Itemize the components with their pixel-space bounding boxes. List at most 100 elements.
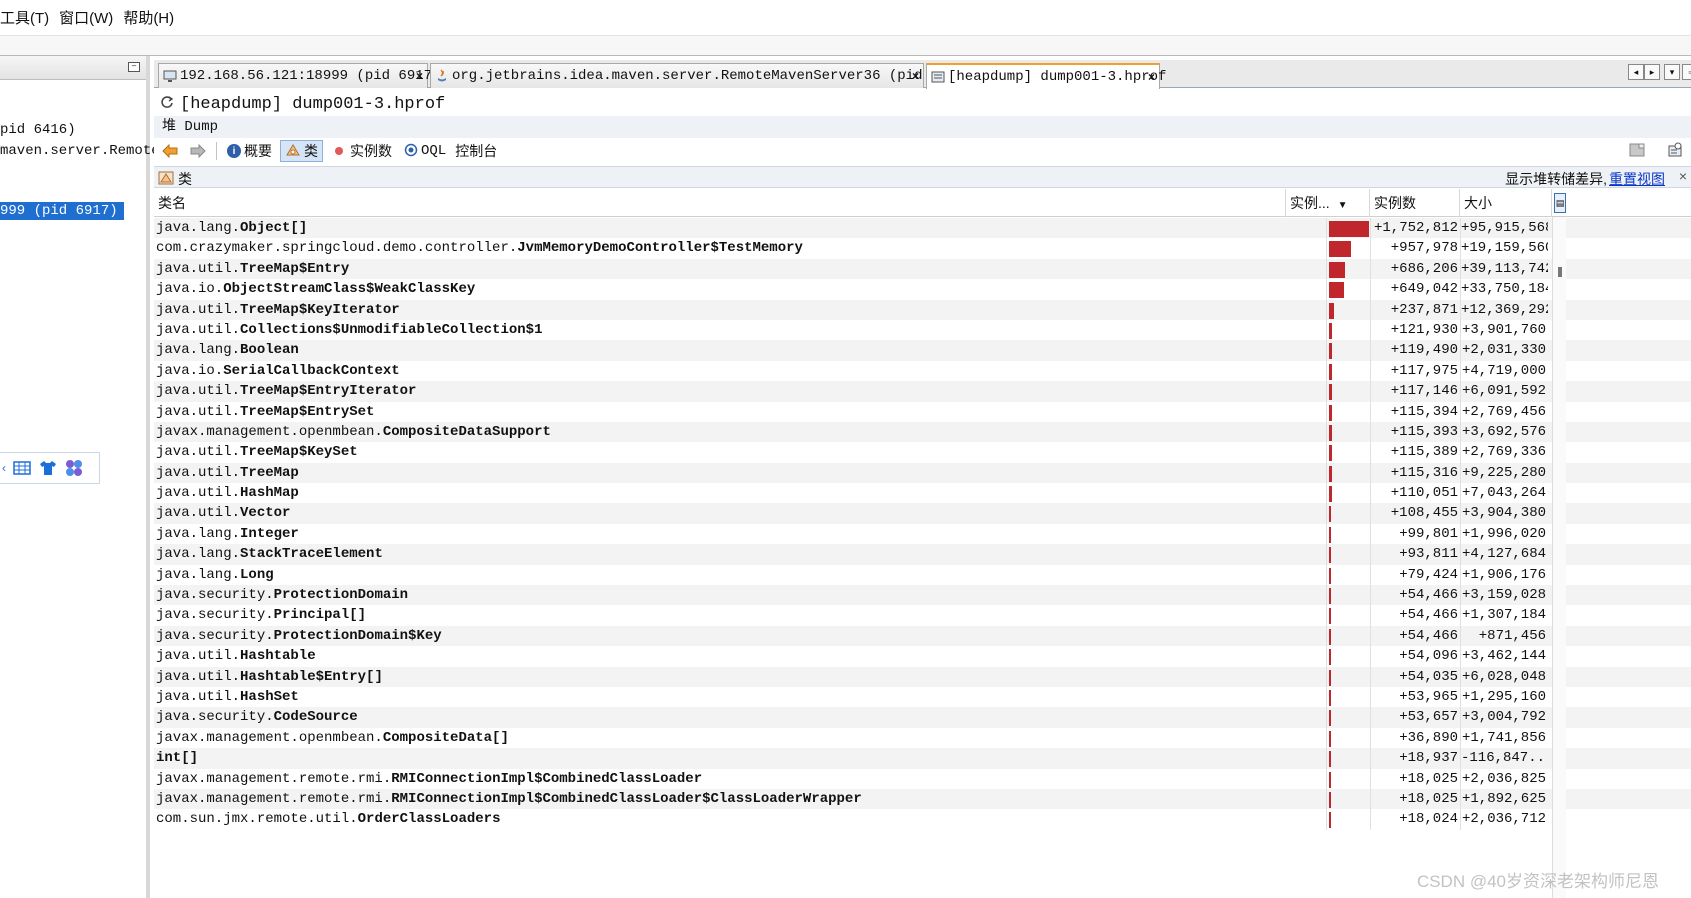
instances-bar-cell: [1326, 299, 1370, 320]
table-row[interactable]: javax.management.openmbean.CompositeData…: [154, 421, 1691, 443]
class-simple-name: Integer: [240, 525, 299, 542]
column-header-size[interactable]: 大小: [1460, 189, 1552, 217]
table-row[interactable]: java.lang.Boolean +119,490 +2,031,330: [154, 340, 1691, 361]
instances-bar-fill: [1329, 404, 1332, 421]
menu-tools[interactable]: 工具(T): [0, 7, 49, 28]
tab-remote-host[interactable]: 192.168.56.121:18999 (pid 6917) ×: [158, 63, 440, 88]
table-row[interactable]: java.util.TreeMap$EntrySet +115,394 +2,769…: [154, 401, 1691, 422]
package-name: java.security.: [156, 587, 274, 604]
instances-bar-fill: [1329, 669, 1331, 686]
palette-icon[interactable]: [64, 458, 84, 478]
instances-bar-fill: [1329, 363, 1332, 380]
grid-icon[interactable]: [12, 458, 32, 478]
instance-count-cell: +18,025: [1370, 768, 1460, 789]
menu-window[interactable]: 窗口(W): [59, 7, 113, 28]
class-name-cell: java.lang.Boolean: [156, 340, 1286, 360]
table-row[interactable]: java.io.ObjectStreamClass$WeakClassKey +6…: [154, 279, 1691, 300]
column-header-class-name[interactable]: 类名: [154, 189, 1286, 217]
table-row[interactable]: java.util.Vector +108,455 +3,904,380: [154, 503, 1691, 524]
package-name: java.lang.: [156, 220, 241, 236]
instances-bar-cell: [1326, 421, 1370, 443]
tab-list-icon[interactable]: ▾: [1664, 64, 1680, 80]
class-simple-name: Object[]: [240, 220, 308, 236]
instance-count-cell: +115,316: [1370, 462, 1460, 484]
tab-scroll-right-icon[interactable]: ▸: [1644, 64, 1660, 80]
table-row[interactable]: java.util.Hashtable$Entry[] +54,035 +6,028…: [154, 666, 1691, 687]
instances-bar-cell: [1326, 503, 1370, 524]
table-row[interactable]: java.io.SerialCallbackContext +117,975 +4,…: [154, 360, 1691, 382]
table-row[interactable]: java.lang.Object[] +1,752,812 +95,915,568: [154, 218, 1691, 239]
size-cell: +1,295,160: [1460, 686, 1548, 708]
tshirt-icon[interactable]: [38, 458, 58, 478]
table-row[interactable]: java.security.CodeSource +53,657 +3,004,79…: [154, 707, 1691, 728]
info-icon: i: [227, 144, 241, 158]
table-row[interactable]: java.security.ProtectionDomain +54,466 +3,…: [154, 585, 1691, 606]
instances-button[interactable]: 实例数: [327, 140, 396, 162]
classes-button[interactable]: 类: [280, 140, 323, 162]
table-row[interactable]: javax.management.openmbean.CompositeData…: [154, 727, 1691, 749]
column-chooser-icon[interactable]: ▤: [1554, 193, 1566, 213]
table-row[interactable]: java.util.Collections$UnmodifiableCollec…: [154, 319, 1691, 341]
table-row[interactable]: java.lang.Long +79,424 +1,906,176: [154, 564, 1691, 586]
table-row[interactable]: int[] +18,937 -116,847...: [154, 748, 1691, 769]
oql-label: OQL: [421, 143, 447, 159]
size-cell: +33,750,184: [1460, 279, 1548, 300]
package-name: javax.management.remote.rmi.: [156, 790, 392, 807]
oql-button[interactable]: OQL 控制台: [400, 140, 501, 162]
forward-button[interactable]: [186, 140, 210, 162]
instances-bar-cell: [1326, 625, 1370, 647]
refresh-icon[interactable]: [160, 94, 174, 114]
table-row[interactable]: javax.management.remote.rmi.RMIConnectio…: [154, 768, 1691, 789]
table-row[interactable]: java.util.TreeMap$Entry +686,206 +39,113,7…: [154, 258, 1691, 280]
table-row[interactable]: java.util.HashSet +53,965 +1,295,160: [154, 686, 1691, 708]
table-row[interactable]: java.lang.Integer +99,801 +1,996,020: [154, 523, 1691, 545]
instance-count-cell: +54,096: [1370, 646, 1460, 667]
menu-help[interactable]: 帮助(H): [123, 7, 174, 28]
class-simple-name: Boolean: [240, 342, 299, 359]
snapshot-icon[interactable]: [1629, 142, 1645, 161]
column-header-instances-bar[interactable]: 实例... ▼: [1286, 189, 1370, 217]
back-button[interactable]: [158, 140, 182, 162]
classes-icon: [285, 143, 301, 160]
table-row[interactable]: java.util.TreeMap$EntryIterator +117,146 +…: [154, 381, 1691, 402]
summary-label: 概要: [244, 143, 272, 159]
close-icon[interactable]: ×: [912, 69, 919, 83]
table-row[interactable]: com.sun.jmx.remote.util.OrderClassLoader…: [154, 809, 1691, 830]
table-row[interactable]: java.security.ProtectionDomain$Key +54,46…: [154, 625, 1691, 647]
instances-bar-cell: [1326, 666, 1370, 687]
table-row[interactable]: java.util.TreeMap$KeySet +115,389 +2,769,3…: [154, 442, 1691, 463]
instance-count-cell: +108,455: [1370, 503, 1460, 524]
class-simple-name: RMIConnectionImpl$CombinedClassLoader$Cl…: [391, 790, 862, 807]
instance-count-cell: +115,393: [1370, 421, 1460, 443]
table-row[interactable]: java.lang.StackTraceElement +93,811 +4,127…: [154, 544, 1691, 565]
reset-view-link[interactable]: 重置视图: [1609, 169, 1665, 189]
tab-heapdump[interactable]: [heapdump] dump001-3.hprof ×: [926, 63, 1166, 89]
table-row[interactable]: java.util.TreeMap$KeyIterator +237,871 +12…: [154, 299, 1691, 320]
tree-item-pid-6917[interactable]: 999 (pid 6917): [0, 202, 124, 220]
table-row[interactable]: com.crazymaker.springcloud.demo.controll…: [154, 238, 1691, 259]
minimize-icon[interactable]: –: [128, 62, 140, 72]
size-cell: +1,996,020: [1460, 523, 1548, 545]
summary-button[interactable]: i 概要: [223, 140, 276, 162]
close-icon[interactable]: ×: [416, 69, 423, 83]
close-icon[interactable]: ×: [1148, 70, 1155, 84]
settings-icon[interactable]: [1667, 142, 1683, 161]
table-row[interactable]: java.util.HashMap +110,051 +7,043,264: [154, 483, 1691, 504]
column-header-instance-count[interactable]: 实例数: [1370, 189, 1460, 217]
tab-maven-server[interactable]: org.jetbrains.idea.maven.server.RemoteMa…: [430, 63, 973, 88]
instance-count-cell: +117,975: [1370, 360, 1460, 382]
close-icon[interactable]: ×: [1679, 168, 1687, 184]
tree-item-pid-6416[interactable]: pid 6416): [0, 122, 76, 138]
table-row[interactable]: java.util.TreeMap +115,316 +9,225,280: [154, 462, 1691, 484]
tree-item-maven-server[interactable]: maven.server.Remote: [0, 143, 160, 159]
instances-bar-cell: [1326, 319, 1370, 341]
table-row[interactable]: javax.management.remote.rmi.RMIConnectio…: [154, 788, 1691, 810]
panel-header: –: [0, 56, 146, 80]
console-label: 控制台: [455, 143, 498, 159]
table-row[interactable]: java.security.Principal[] +54,466 +1,307,1…: [154, 605, 1691, 626]
package-name: java.lang.: [156, 546, 241, 563]
table-row[interactable]: java.util.Hashtable +54,096 +3,462,144: [154, 646, 1691, 667]
maximize-icon[interactable]: ▫: [1682, 64, 1691, 80]
tab-scroll-left-icon[interactable]: ◂: [1628, 64, 1644, 80]
vertical-scrollbar[interactable]: [1552, 217, 1566, 898]
